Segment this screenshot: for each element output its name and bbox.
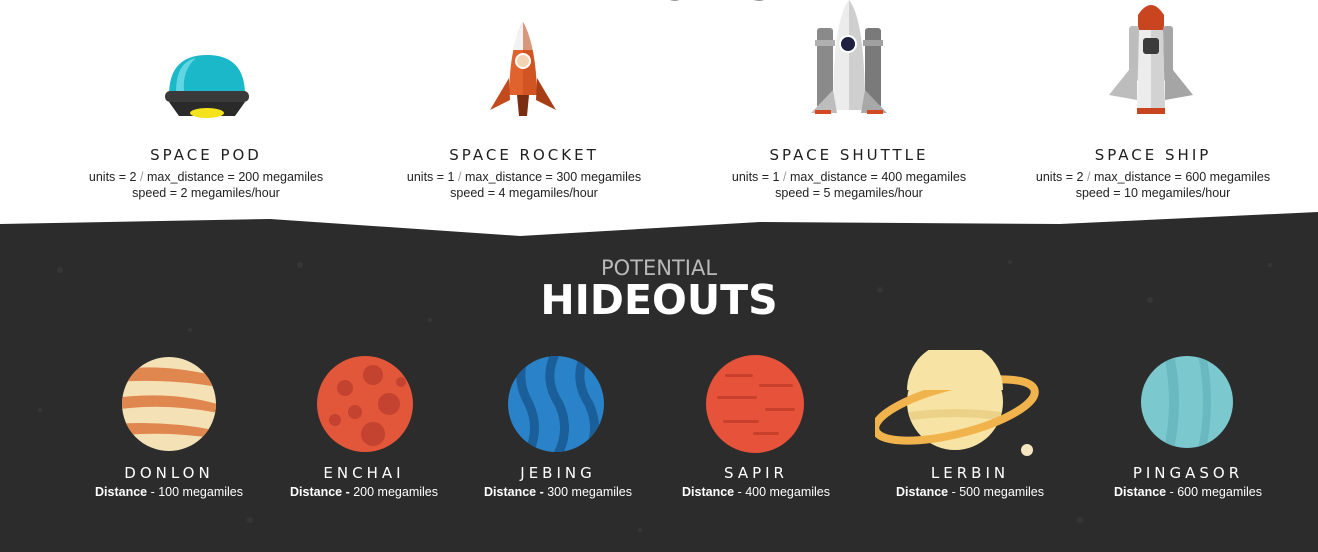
planet-distance: Distance - 300 megamiles — [463, 485, 653, 499]
lerbin-planet-icon — [875, 350, 1039, 456]
planet-name: ENCHAI — [323, 464, 405, 482]
planet-name: LERBIN — [930, 464, 1010, 482]
planet-distance: Distance - 100 megamiles — [74, 485, 264, 499]
jebing-planet-icon — [508, 356, 604, 452]
distance-value: - 600 megamiles — [1166, 485, 1262, 499]
distance-value: - 500 megamiles — [948, 485, 1044, 499]
distance-value: 200 megamiles — [349, 485, 438, 499]
pingasor-planet-icon — [1141, 356, 1233, 448]
planet-distance: Distance - 200 megamiles — [269, 485, 459, 499]
distance-value: - 100 megamiles — [147, 485, 243, 499]
donlon-planet-icon — [122, 357, 216, 451]
planet-distance: Distance - 500 megamiles — [875, 485, 1065, 499]
distance-label: Distance — [95, 485, 148, 499]
distance-value: 300 megamiles — [543, 485, 632, 499]
planet-name: SAPIR — [724, 464, 788, 482]
planet-name: DONLON — [124, 464, 214, 482]
distance-label: Distance - — [290, 485, 350, 499]
distance-label: Distance - — [484, 485, 544, 499]
hideouts-title: HIDEOUTS — [540, 276, 778, 324]
planet-distance: Distance - 400 megamiles — [661, 485, 851, 499]
distance-value: - 400 megamiles — [734, 485, 830, 499]
planet-name: PINGASOR — [1132, 464, 1244, 482]
planet-name: JEBING — [520, 464, 596, 482]
sapir-planet-icon — [706, 355, 804, 453]
planet-distance: Distance - 600 megamiles — [1093, 485, 1283, 499]
distance-label: Distance — [1114, 485, 1167, 499]
distance-label: Distance — [896, 485, 949, 499]
distance-label: Distance — [682, 485, 735, 499]
enchai-planet-icon — [317, 356, 413, 452]
